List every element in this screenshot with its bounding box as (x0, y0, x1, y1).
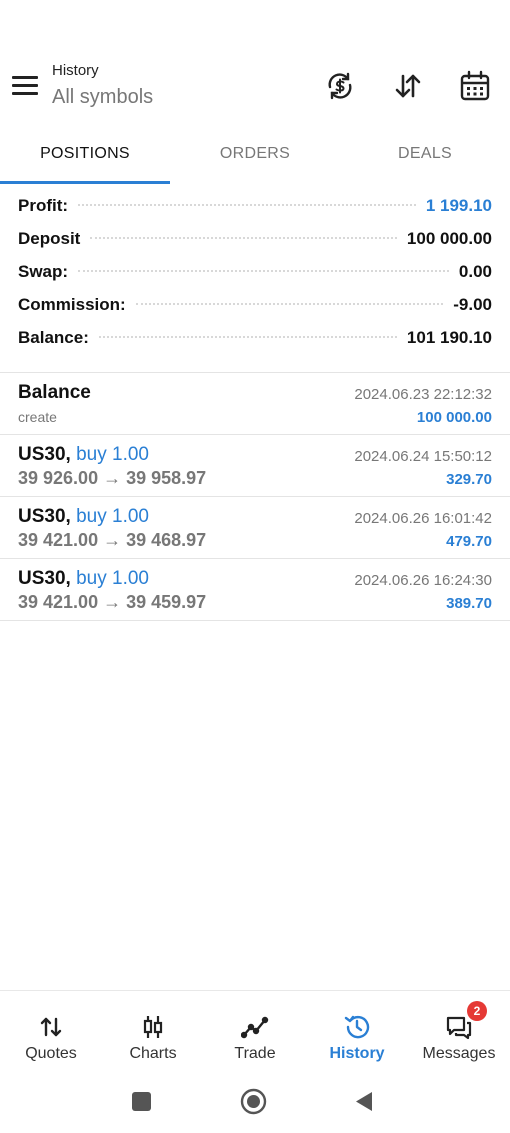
item-time: 2024.06.24 15:50:12 (354, 448, 492, 465)
item-symbol: Balance (18, 382, 91, 403)
dotted-leader (98, 336, 397, 338)
nav-messages-label: Messages (422, 1045, 496, 1062)
history-list: Balance create 2024.06.23 22:12:32 100 0… (0, 373, 510, 621)
tab-positions[interactable]: POSITIONS (0, 130, 170, 184)
back-icon[interactable] (354, 1090, 374, 1118)
item-amount: 479.70 (446, 533, 492, 550)
list-item[interactable]: US30, buy 1.00 39 421.00 → 39 468.97 202… (0, 497, 510, 559)
recents-icon[interactable] (132, 1092, 151, 1111)
nav-charts[interactable]: Charts (102, 991, 204, 1070)
item-symbol: US30, buy 1.00 (18, 568, 149, 589)
list-item[interactable]: US30, buy 1.00 39 926.00 → 39 958.97 202… (0, 435, 510, 497)
balance-row: Balance: 101 190.10 (0, 328, 510, 361)
commission-row: Commission: -9.00 (0, 295, 510, 328)
dotted-leader (90, 237, 397, 239)
profit-row: Profit: 1 199.10 (0, 196, 510, 229)
list-item[interactable]: Balance create 2024.06.23 22:12:32 100 0… (0, 373, 510, 435)
swap-value: 0.00 (458, 262, 492, 281)
unread-badge: 2 (467, 1001, 487, 1021)
calendar-icon[interactable] (457, 68, 493, 104)
item-type: buy 1.00 (76, 568, 149, 589)
swap-row: Swap: 0.00 (0, 262, 510, 295)
dotted-leader (135, 303, 444, 305)
item-time: 2024.06.23 22:12:32 (354, 386, 492, 403)
trend-line-icon (240, 1013, 269, 1041)
item-symbol: US30, buy 1.00 (18, 506, 149, 527)
nav-quotes[interactable]: Quotes (0, 991, 102, 1070)
item-amount: 100 000.00 (416, 409, 492, 426)
dotted-leader (78, 204, 416, 206)
commission-value: -9.00 (453, 295, 492, 314)
nav-trade-label: Trade (234, 1045, 276, 1062)
item-amount: 329.70 (446, 471, 492, 488)
list-item[interactable]: US30, buy 1.00 39 421.00 → 39 459.97 202… (0, 559, 510, 621)
item-prices: 39 926.00 → 39 958.97 (18, 468, 207, 488)
deposit-row: Deposit 100 000.00 (0, 229, 510, 262)
system-nav-bar (0, 1070, 510, 1133)
deposit-label: Deposit (18, 229, 81, 248)
symbol-filter[interactable]: All symbols (52, 86, 153, 109)
app-header: History All symbols (0, 56, 510, 116)
balance-value: 101 190.10 (406, 328, 492, 347)
nav-history-label: History (329, 1045, 385, 1062)
item-time: 2024.06.26 16:24:30 (354, 572, 492, 589)
item-prices: 39 421.00 → 39 459.97 (18, 592, 207, 612)
currency-exchange-icon[interactable] (322, 68, 358, 104)
home-icon[interactable] (240, 1088, 267, 1120)
item-symbol: US30, buy 1.00 (18, 444, 149, 465)
tab-orders[interactable]: ORDERS (170, 130, 340, 184)
nav-history[interactable]: History (306, 991, 408, 1070)
menu-icon[interactable] (12, 76, 38, 96)
item-type: buy 1.00 (76, 444, 149, 465)
history-screen: History All symbols POSITIONS ORDERS DEA… (0, 0, 510, 1133)
item-time: 2024.06.26 16:01:42 (354, 510, 492, 527)
tab-bar: POSITIONS ORDERS DEALS (0, 130, 510, 184)
item-amount: 389.70 (446, 595, 492, 612)
item-type: buy 1.00 (76, 506, 149, 527)
history-icon (343, 1013, 371, 1041)
commission-label: Commission: (18, 295, 126, 314)
deposit-value: 100 000.00 (406, 229, 492, 248)
item-comment: create (18, 409, 57, 425)
quotes-arrows-icon (37, 1013, 65, 1041)
sort-icon[interactable] (390, 68, 426, 104)
item-prices: 39 421.00 → 39 468.97 (18, 530, 207, 550)
nav-quotes-label: Quotes (25, 1045, 77, 1062)
tab-deals[interactable]: DEALS (340, 130, 510, 184)
bottom-nav: Quotes Charts Trade History 2 Messages (0, 990, 510, 1070)
nav-charts-label: Charts (129, 1045, 177, 1062)
dotted-leader (78, 270, 449, 272)
balance-label: Balance: (18, 328, 89, 347)
candlestick-icon (139, 1013, 167, 1041)
page-title: History (52, 62, 99, 79)
profit-value: 1 199.10 (425, 196, 492, 215)
profit-label: Profit: (18, 196, 69, 215)
swap-label: Swap: (18, 262, 69, 281)
summary-panel: Profit: 1 199.10 Deposit 100 000.00 Swap… (0, 196, 510, 361)
nav-messages[interactable]: 2 Messages (408, 991, 510, 1070)
nav-trade[interactable]: Trade (204, 991, 306, 1070)
